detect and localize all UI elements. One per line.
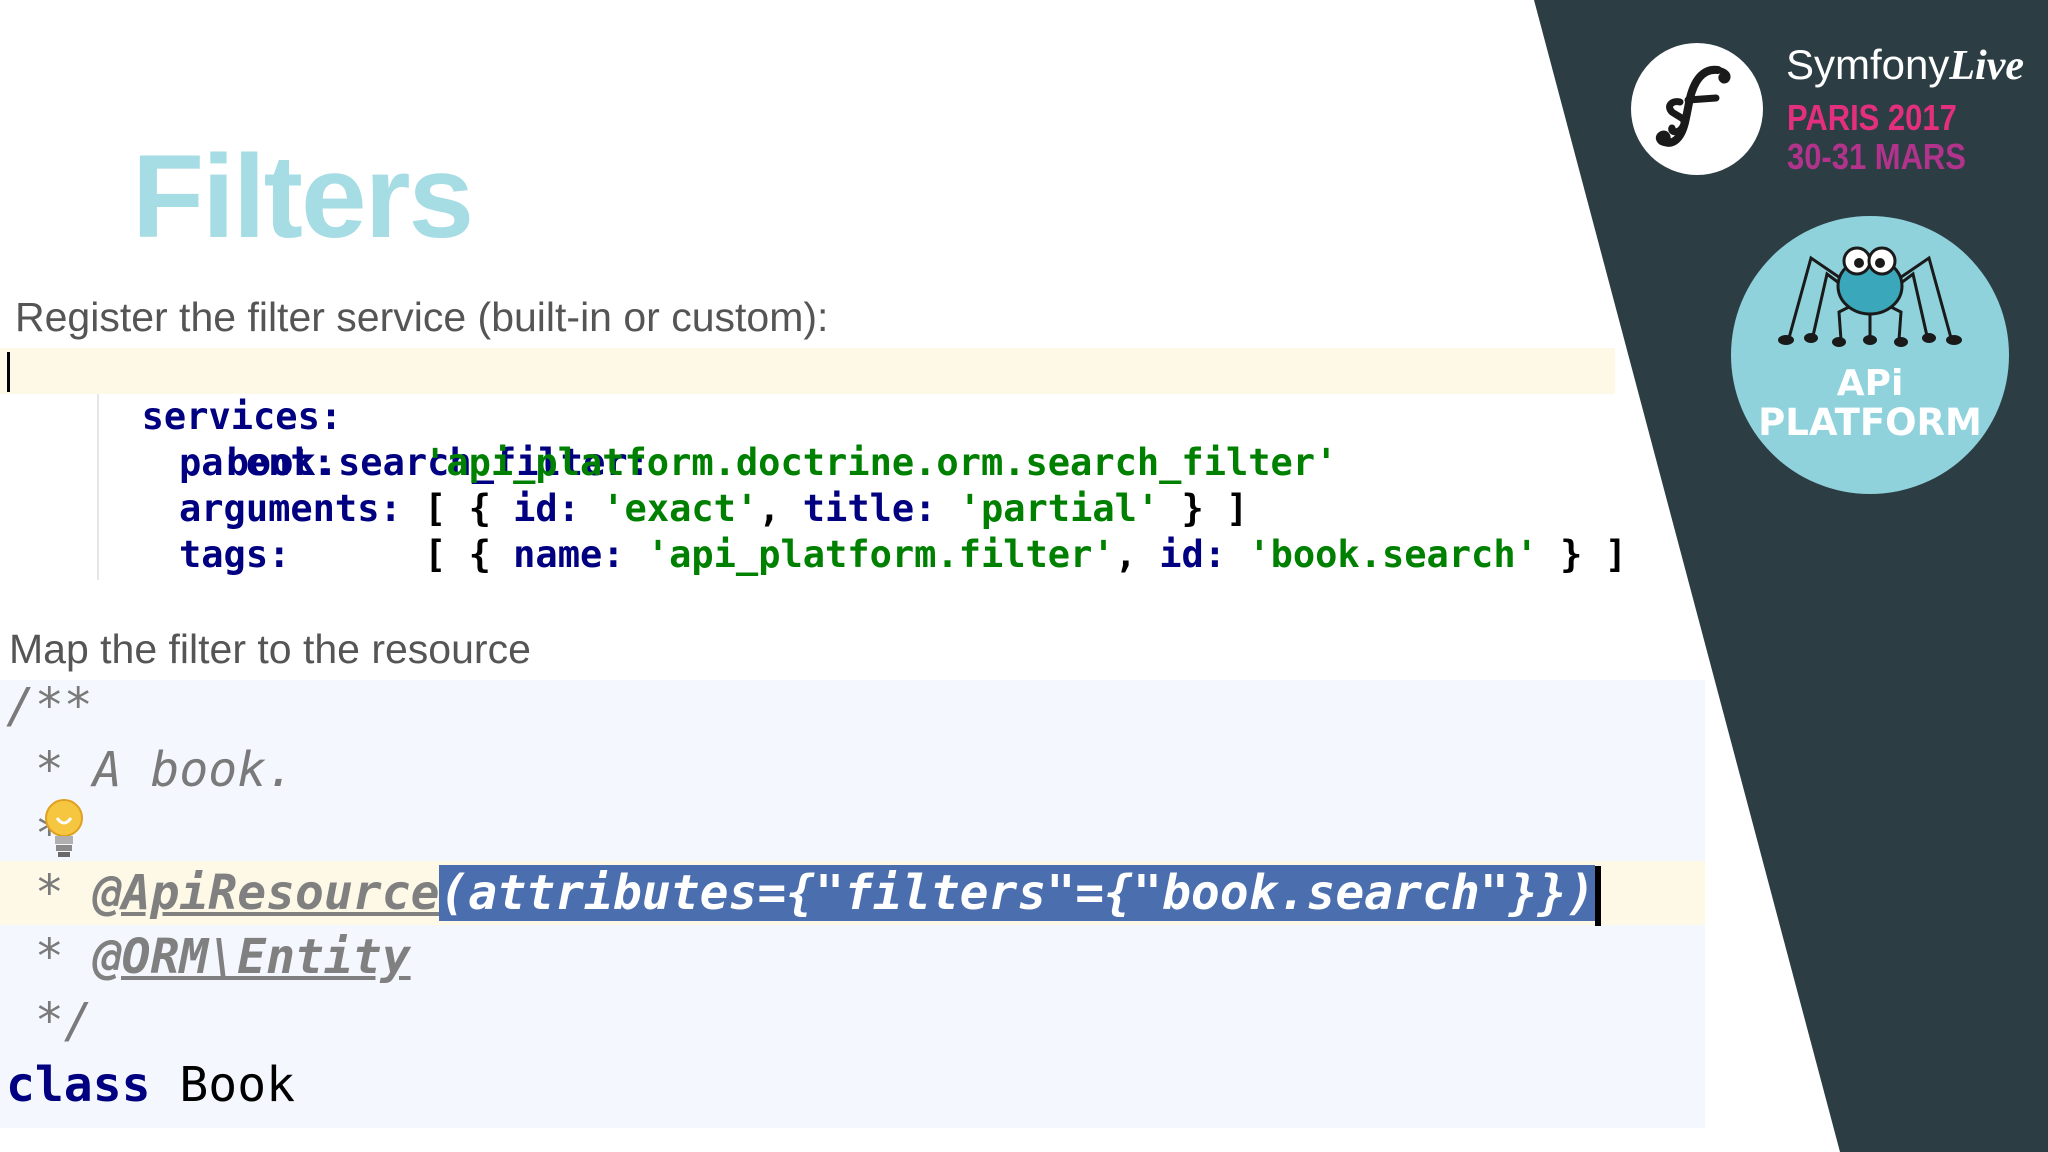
yaml-filter-value: 'api_platform.filter' xyxy=(646,533,1115,576)
yaml-exact-value: 'exact' xyxy=(602,487,759,530)
api-platform-line2: PLATFORM xyxy=(1758,401,1982,444)
caption-register: Register the filter service (built-in or… xyxy=(15,294,829,340)
lightbulb-icon[interactable] xyxy=(42,796,86,860)
yaml-punct: } ] xyxy=(1159,487,1249,530)
yaml-title-key: title: xyxy=(802,487,937,530)
yaml-line-5: tags: [ { name: 'api_platform.filter', i… xyxy=(179,532,1627,578)
event-dates: 30-31 MARS xyxy=(1787,136,1966,177)
yaml-punct xyxy=(625,533,647,576)
text-caret xyxy=(1595,866,1602,926)
api-platform-line1: APi xyxy=(1836,363,1904,404)
text-caret xyxy=(7,352,10,392)
class-keyword: class xyxy=(6,1057,151,1113)
yaml-punct xyxy=(1226,533,1248,576)
php-line-6: */ xyxy=(6,993,93,1049)
yaml-name-key: name: xyxy=(513,533,625,576)
yaml-line-3: parent: 'api_platform.doctrine.orm.searc… xyxy=(179,440,1337,486)
event-city: PARIS 2017 xyxy=(1787,97,1957,138)
yaml-book-search-value: 'book.search' xyxy=(1248,533,1538,576)
yaml-pad xyxy=(335,441,424,484)
api-resource-annotation[interactable]: @ApiResource xyxy=(93,865,440,921)
docblock-star: * xyxy=(6,865,93,921)
api-platform-logo-icon xyxy=(1731,216,2009,494)
php-line-2: * A book. xyxy=(6,742,295,798)
yaml-punct: , xyxy=(1114,533,1160,576)
yaml-punct xyxy=(936,487,958,530)
yaml-id-key: id: xyxy=(1159,533,1227,576)
caption-map: Map the filter to the resource xyxy=(9,626,531,672)
yaml-punct xyxy=(580,487,602,530)
php-line-5: * @ORM\Entity xyxy=(6,925,411,989)
yaml-tags-key: tags: xyxy=(179,533,291,576)
php-code-block: /** * A book. * * @ApiResource(attribute… xyxy=(0,678,1705,1128)
yaml-punct: [ { xyxy=(290,533,514,576)
event-name-symfony: Symfony xyxy=(1786,41,1950,88)
slide: Filters Register the filter service (bui… xyxy=(0,0,2048,1152)
yaml-code-block: services: book.search_filter: parent: 'a… xyxy=(0,348,1627,580)
yaml-arguments-key: arguments: xyxy=(179,487,402,530)
slide-title: Filters xyxy=(132,131,474,263)
yaml-partial-value: 'partial' xyxy=(958,487,1160,530)
php-line-1: /** xyxy=(6,678,93,734)
php-line-7: class Book xyxy=(6,1053,295,1117)
yaml-id-key: id: xyxy=(513,487,580,530)
yaml-parent-value: 'api_platform.doctrine.orm.search_filter… xyxy=(424,441,1338,484)
event-name: SymfonyLive xyxy=(1786,41,2024,89)
yaml-parent-key: parent: xyxy=(179,441,335,484)
selected-text[interactable]: (attributes={"filters"={"book.search"}}) xyxy=(439,865,1596,921)
orm-entity-annotation[interactable]: @ORM\Entity xyxy=(93,929,411,985)
php-line-4: * @ApiResource(attributes={"filters"={"b… xyxy=(6,861,1602,926)
yaml-punct: } ] xyxy=(1537,533,1627,576)
yaml-punct: , xyxy=(758,487,803,530)
class-name: Book xyxy=(150,1057,295,1113)
yaml-line-4: arguments: [ { id: 'exact', title: 'part… xyxy=(179,486,1248,532)
docblock-star: * xyxy=(6,929,93,985)
symfony-logo-icon xyxy=(1631,43,1763,175)
yaml-punct: [ { xyxy=(401,487,514,530)
event-name-live: Live xyxy=(1949,43,2024,89)
